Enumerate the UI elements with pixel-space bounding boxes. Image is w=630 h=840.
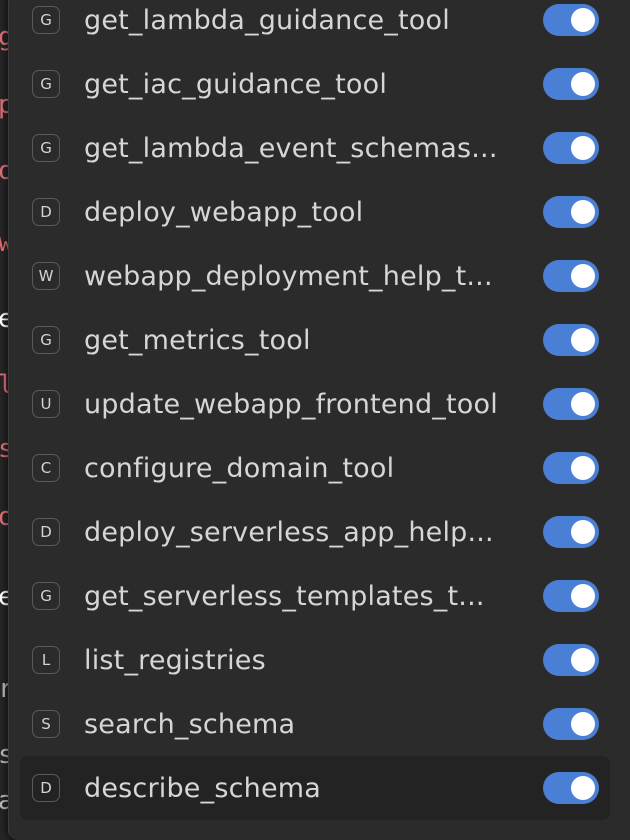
tool-row[interactable]: Llist_registries [20, 628, 610, 692]
tool-name: webapp_deployment_help_t... [84, 260, 493, 292]
toggle-knob [571, 8, 595, 32]
tool-enabled-toggle[interactable] [543, 580, 599, 612]
tool-badge-icon: G [32, 6, 60, 34]
tool-name: configure_domain_tool [84, 452, 395, 484]
tool-row[interactable]: Ddescribe_schema [20, 756, 610, 820]
tool-name: deploy_serverless_app_help... [84, 516, 494, 548]
tool-row[interactable]: Gget_iac_guidance_tool [20, 52, 610, 116]
tool-enabled-toggle[interactable] [543, 68, 599, 100]
tool-enabled-toggle[interactable] [543, 772, 599, 804]
tool-name: get_metrics_tool [84, 324, 311, 356]
tool-name: get_lambda_event_schemas... [84, 132, 498, 164]
tool-name: search_schema [84, 708, 296, 740]
tool-enabled-toggle[interactable] [543, 388, 599, 420]
tool-enabled-toggle[interactable] [543, 260, 599, 292]
tool-enabled-toggle[interactable] [543, 708, 599, 740]
tool-row[interactable]: Uupdate_webapp_frontend_tool [20, 372, 610, 436]
tool-badge-icon: L [32, 646, 60, 674]
toggle-knob [571, 584, 595, 608]
tool-row[interactable]: Ddeploy_webapp_tool [20, 180, 610, 244]
tool-badge-icon: S [32, 710, 60, 738]
tool-row[interactable]: Gget_serverless_templates_t... [20, 564, 610, 628]
tool-name: deploy_webapp_tool [84, 196, 364, 228]
tool-badge-icon: G [32, 582, 60, 610]
tool-enabled-toggle[interactable] [543, 196, 599, 228]
toggle-knob [571, 648, 595, 672]
tool-badge-icon: D [32, 774, 60, 802]
tool-badge-icon: C [32, 454, 60, 482]
tool-badge-icon: G [32, 70, 60, 98]
tool-badge-icon: U [32, 390, 60, 418]
toggle-knob [571, 456, 595, 480]
tool-badge-icon: G [32, 134, 60, 162]
toggle-knob [571, 136, 595, 160]
toggle-knob [571, 200, 595, 224]
tool-row[interactable]: Ddeploy_serverless_app_help... [20, 500, 610, 564]
tool-name: list_registries [84, 644, 266, 676]
tool-badge-icon: D [32, 518, 60, 546]
tool-name: get_iac_guidance_tool [84, 68, 388, 100]
tool-enabled-toggle[interactable] [543, 644, 599, 676]
tool-row[interactable]: Wwebapp_deployment_help_t... [20, 244, 610, 308]
toggle-knob [571, 520, 595, 544]
toggle-knob [571, 72, 595, 96]
tool-badge-icon: D [32, 198, 60, 226]
tool-name: get_lambda_guidance_tool [84, 4, 450, 36]
tool-row[interactable]: Gget_lambda_guidance_tool [20, 0, 610, 52]
tool-badge-icon: W [32, 262, 60, 290]
tool-enabled-toggle[interactable] [543, 452, 599, 484]
tool-row[interactable]: Gget_lambda_event_schemas... [20, 116, 610, 180]
tool-row[interactable]: Ssearch_schema [20, 692, 610, 756]
toggle-knob [571, 776, 595, 800]
tool-enabled-toggle[interactable] [543, 132, 599, 164]
tool-row[interactable]: Cconfigure_domain_tool [20, 436, 610, 500]
tool-badge-icon: G [32, 326, 60, 354]
toggle-knob [571, 392, 595, 416]
tool-enabled-toggle[interactable] [543, 324, 599, 356]
tool-list: Gget_lambda_guidance_tool Gget_iac_guidan… [20, 0, 610, 820]
tool-enabled-toggle[interactable] [543, 4, 599, 36]
tool-name: get_serverless_templates_t... [84, 580, 485, 612]
toggle-knob [571, 264, 595, 288]
toggle-knob [571, 712, 595, 736]
tool-row[interactable]: Gget_metrics_tool [20, 308, 610, 372]
tool-name: describe_schema [84, 772, 321, 804]
toggle-knob [571, 328, 595, 352]
tool-name: update_webapp_frontend_tool [84, 388, 498, 420]
tool-enabled-toggle[interactable] [543, 516, 599, 548]
